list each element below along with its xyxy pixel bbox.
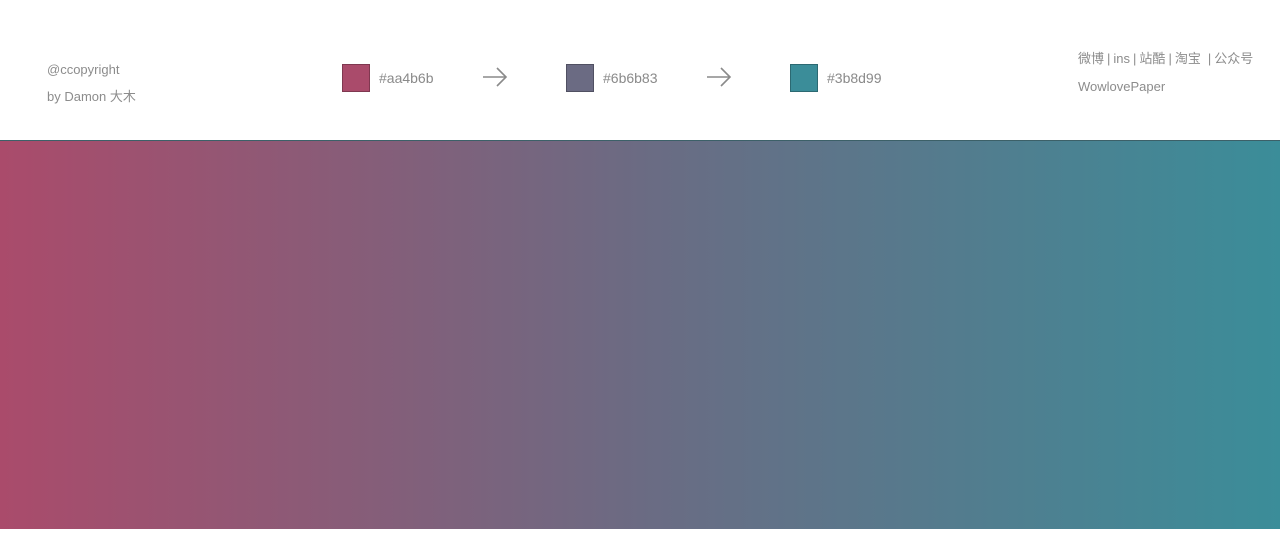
hex-label-3: #3b8d99 <box>827 70 882 86</box>
arrow-right-icon <box>481 66 509 88</box>
header: @ccopyright by Damon 大木 #aa4b6b #6b6b83 … <box>0 0 1280 140</box>
hex-label-2: #6b6b83 <box>603 70 658 86</box>
link-wechat-official[interactable]: 公众号 <box>1214 51 1253 66</box>
link-ins[interactable]: ins <box>1113 51 1130 66</box>
color-swatch-group-1: #aa4b6b <box>342 63 434 93</box>
link-weibo[interactable]: 微博 <box>1078 51 1104 66</box>
link-separator: | <box>1168 51 1172 66</box>
credit-block: @ccopyright by Damon 大木 <box>47 56 136 110</box>
hex-label-1: #aa4b6b <box>379 70 434 86</box>
link-separator: | <box>1207 51 1212 66</box>
link-separator: | <box>1133 51 1137 66</box>
link-taobao[interactable]: 淘宝 <box>1175 51 1201 66</box>
link-separator: | <box>1107 51 1111 66</box>
social-links-row: 微博 | ins | 站酷 | 淘宝 | 公众号 <box>1078 45 1253 73</box>
color-swatch-2[interactable] <box>566 64 594 92</box>
color-swatch-group-3: #3b8d99 <box>790 63 882 93</box>
author-text: by Damon 大木 <box>47 89 136 104</box>
social-links: 微博 | ins | 站酷 | 淘宝 | 公众号 WowlovePaper <box>1078 45 1253 101</box>
gradient-preview <box>0 140 1280 529</box>
color-swatch-group-2: #6b6b83 <box>566 63 658 93</box>
color-swatch-1[interactable] <box>342 64 370 92</box>
copyright-text: @ccopyright <box>47 62 120 77</box>
link-zcool[interactable]: 站酷 <box>1139 51 1165 66</box>
arrow-right-icon <box>705 66 733 88</box>
color-swatch-3[interactable] <box>790 64 818 92</box>
brand-name: WowlovePaper <box>1078 79 1166 94</box>
